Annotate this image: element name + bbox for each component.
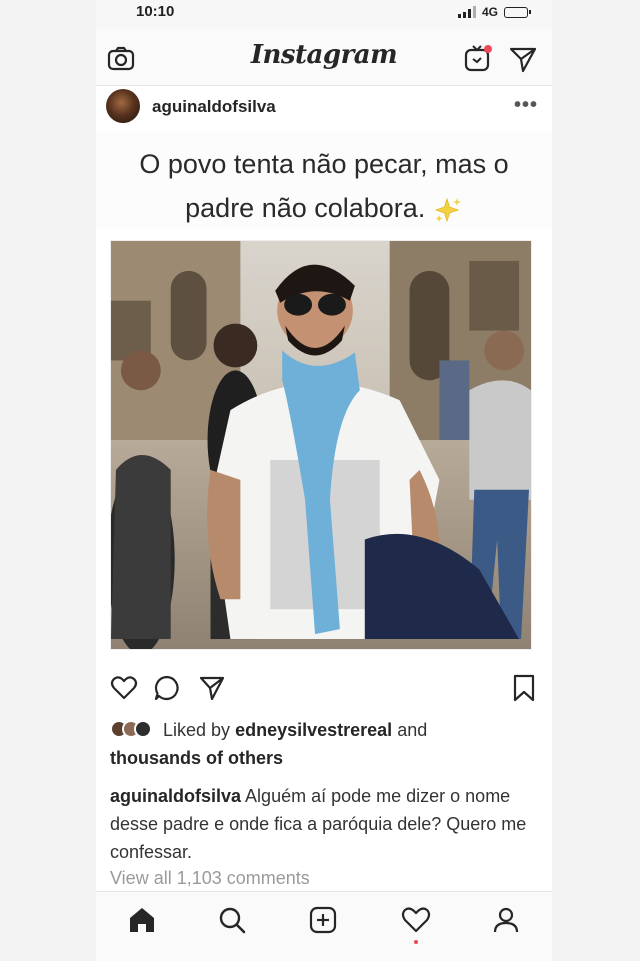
post-action-bar <box>96 668 552 708</box>
post-text-line-1: O povo tenta não pecar, mas o <box>139 149 509 179</box>
likes-summary[interactable]: Liked by edneysilvestrereal and thousand… <box>110 716 510 772</box>
likes-prefix: Liked by <box>163 720 231 740</box>
app-header: Instagram <box>96 28 552 86</box>
post-text-card: O povo tenta não pecar, mas o padre não … <box>96 132 552 228</box>
post-caption: aguinaldofsilva Alguém aí pode me dizer … <box>110 782 530 866</box>
post-username[interactable]: aguinaldofsilva <box>152 97 276 117</box>
save-icon[interactable] <box>510 673 538 703</box>
home-icon[interactable] <box>126 904 158 936</box>
status-indicators: 4G <box>457 5 531 19</box>
sparkles-icon <box>434 197 461 223</box>
heart-icon[interactable] <box>110 674 138 702</box>
likes-and: and <box>397 720 428 740</box>
more-options-icon[interactable]: ••• <box>514 94 538 117</box>
view-all-comments-link[interactable]: View all 1,103 comments <box>110 868 310 889</box>
battery-icon <box>504 6 531 18</box>
caption-username[interactable]: aguinaldofsilva <box>110 786 241 806</box>
post-header: aguinaldofsilva ••• <box>96 86 552 132</box>
activity-icon[interactable] <box>400 904 432 936</box>
profile-icon[interactable] <box>490 904 522 936</box>
post-text-card-content: O povo tenta não pecar, mas o padre não … <box>102 142 546 230</box>
bottom-navigation <box>96 891 552 961</box>
activity-notification-dot <box>414 940 418 944</box>
signal-icon <box>457 6 476 18</box>
share-icon[interactable] <box>198 674 226 702</box>
direct-message-icon[interactable] <box>508 44 538 74</box>
add-post-icon[interactable] <box>307 904 339 936</box>
phone-screen: 10:10 4G Instagram aguinaldofsilva ••• O… <box>96 0 552 961</box>
status-time: 10:10 <box>136 3 175 20</box>
post-author-avatar[interactable] <box>106 89 140 123</box>
likes-others[interactable]: thousands of others <box>110 748 283 768</box>
liked-by-username[interactable]: edneysilvestrereal <box>235 720 392 740</box>
post-photo[interactable] <box>110 240 532 650</box>
search-icon[interactable] <box>216 904 248 936</box>
igtv-icon[interactable] <box>462 42 494 74</box>
network-label: 4G <box>481 5 498 19</box>
status-bar: 10:10 4G <box>96 0 552 28</box>
post-text-line-2: padre não colabora. <box>185 193 426 223</box>
comment-icon[interactable] <box>153 674 181 702</box>
liked-by-avatars <box>110 720 152 739</box>
